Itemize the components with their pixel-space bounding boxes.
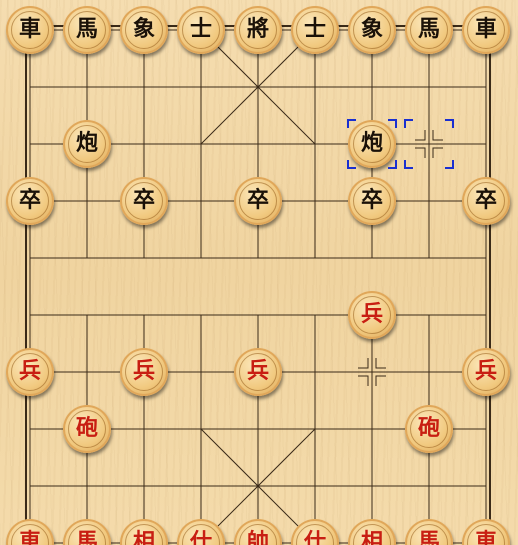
move-to-bracket xyxy=(347,160,356,169)
move-to-bracket xyxy=(388,119,397,128)
move-from-bracket xyxy=(404,119,413,128)
xiangqi-board[interactable]: 車馬象士將士象馬車炮炮卒卒卒卒卒兵兵兵兵兵砲砲車馬相仕帥仕相馬車 xyxy=(0,0,518,545)
last-move-markers xyxy=(347,119,454,169)
move-from-bracket xyxy=(445,119,454,128)
move-from-bracket xyxy=(445,160,454,169)
move-to-bracket xyxy=(347,119,356,128)
move-to-bracket xyxy=(388,160,397,169)
move-from-bracket xyxy=(404,160,413,169)
